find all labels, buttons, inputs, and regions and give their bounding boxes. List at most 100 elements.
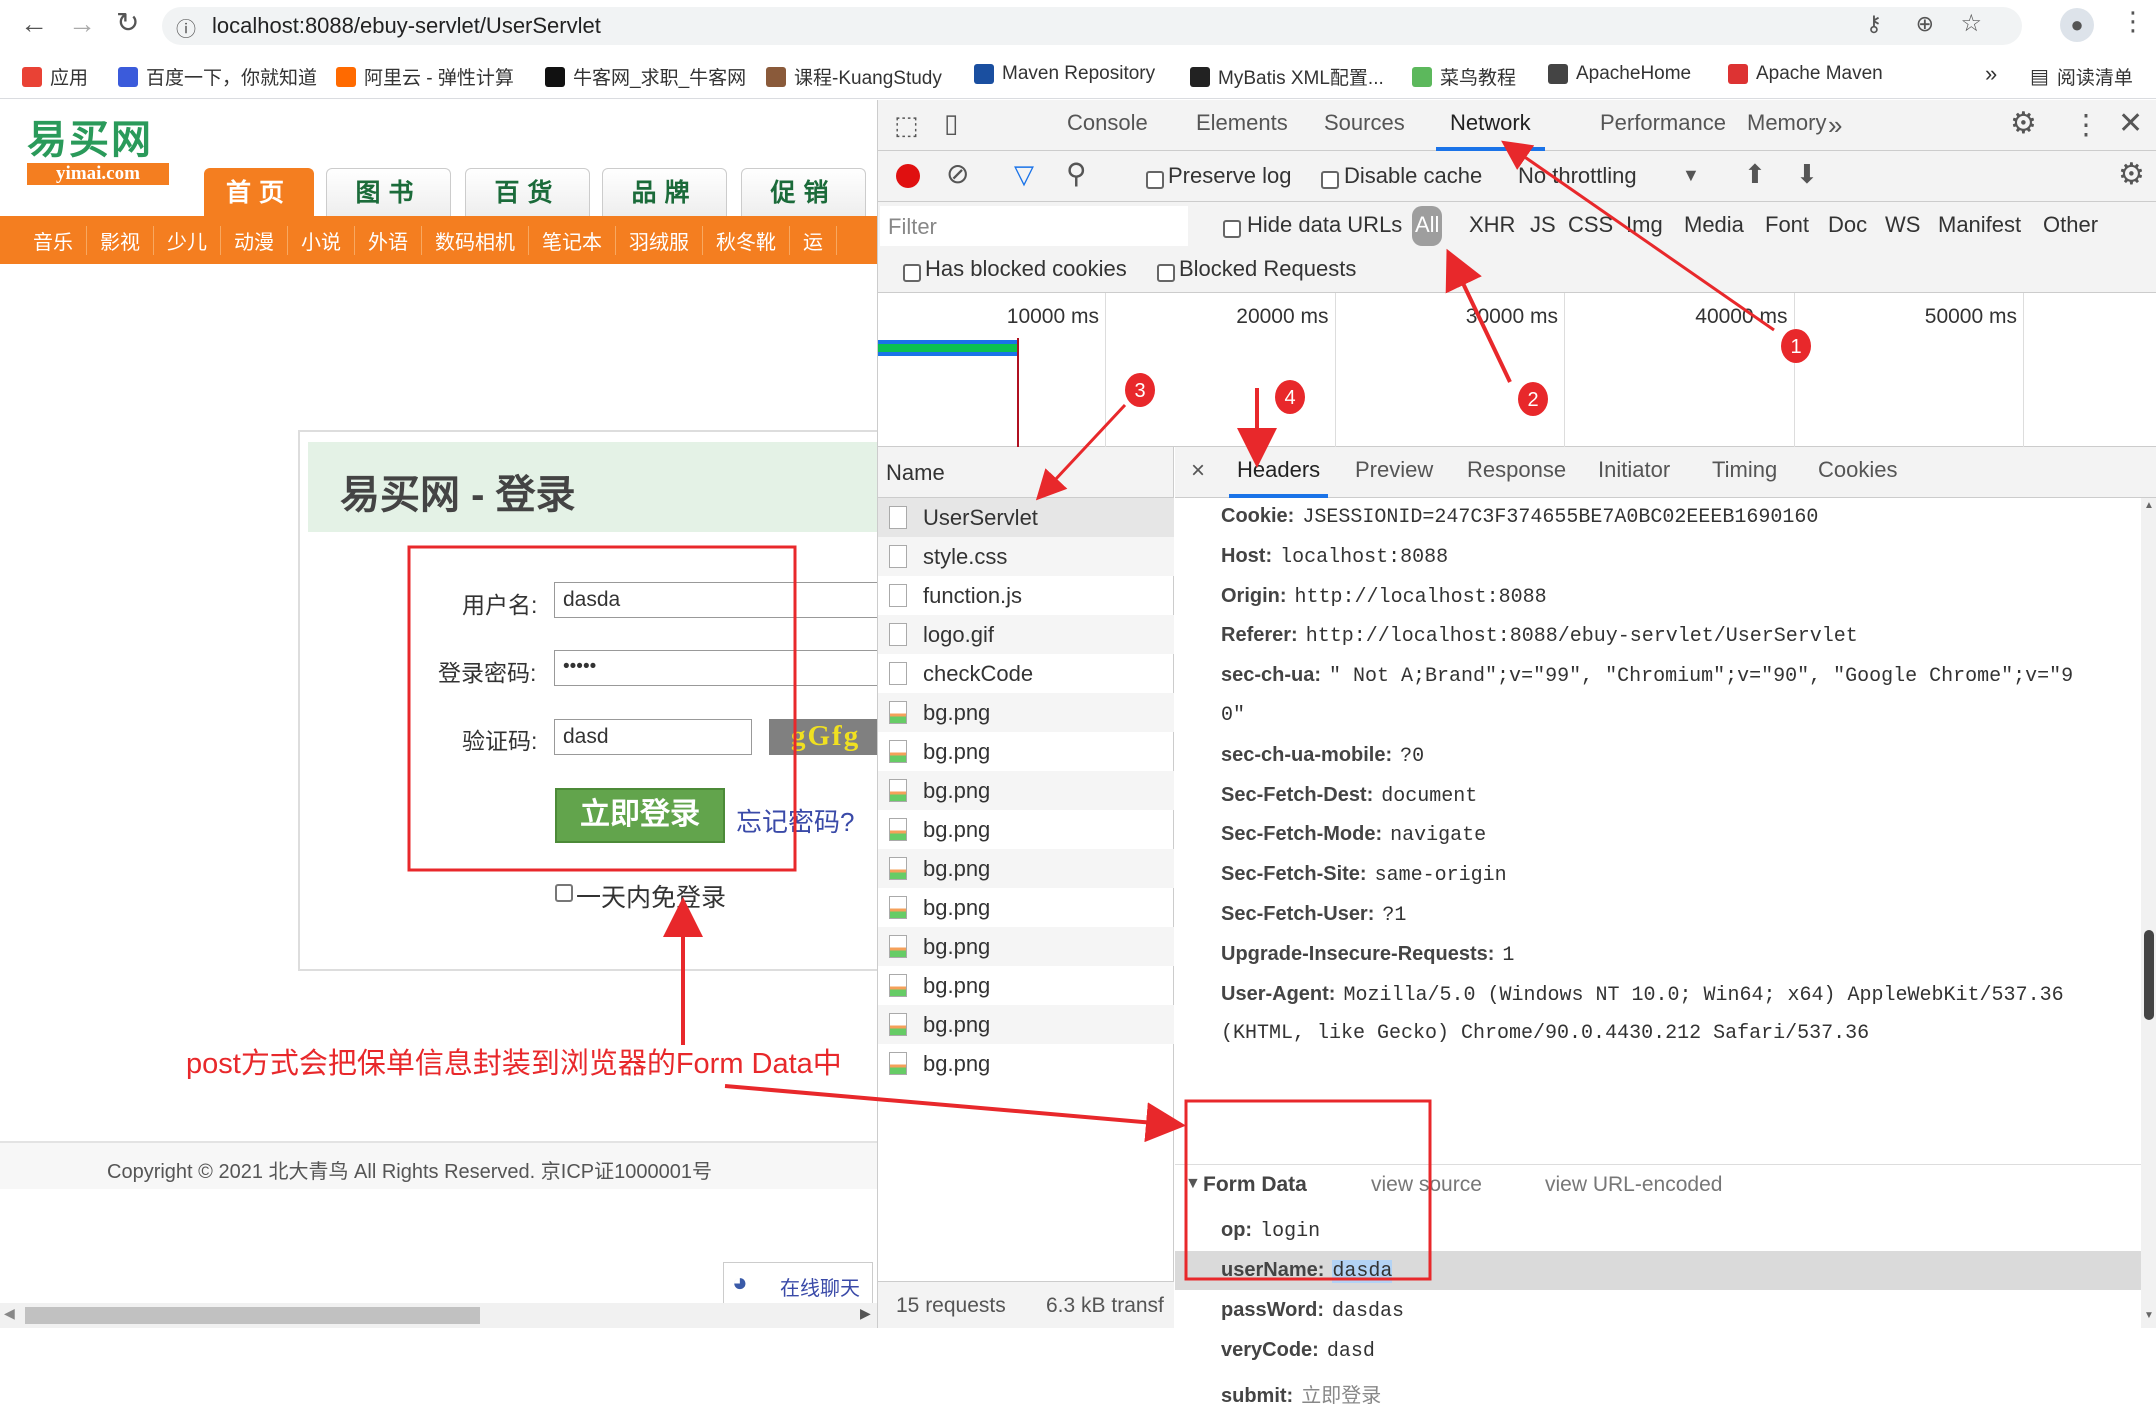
- bookmark-item[interactable]: 百度一下，你就知道: [118, 63, 317, 90]
- view-source-link[interactable]: view source: [1371, 1173, 1482, 1197]
- category-link[interactable]: 数码相机: [422, 225, 529, 255]
- scrollbar-thumb[interactable]: [2144, 930, 2154, 1020]
- category-link[interactable]: 少儿: [154, 225, 221, 255]
- preserve-log-checkbox[interactable]: [1146, 166, 1164, 192]
- captcha-input[interactable]: dasd: [554, 719, 752, 755]
- network-timeline-overview[interactable]: 10000 ms 20000 ms 30000 ms 40000 ms 50000 ms: [878, 293, 2156, 447]
- throttling-select[interactable]: No throttling: [1518, 163, 1637, 189]
- vertical-scrollbar[interactable]: ▲ ▼: [2141, 498, 2156, 1328]
- bookmark-item[interactable]: MyBatis XML配置...: [1190, 63, 1384, 90]
- kebab-menu-icon[interactable]: ⋮: [2072, 108, 2100, 141]
- disable-cache-checkbox[interactable]: [1321, 166, 1339, 192]
- request-row[interactable]: bg.png: [878, 732, 1174, 771]
- forgot-password-link[interactable]: 忘记密码?: [736, 802, 854, 839]
- request-row[interactable]: bg.png: [878, 693, 1174, 732]
- type-filter-manifest[interactable]: Manifest: [1938, 212, 2021, 238]
- password-input[interactable]: •••••: [554, 650, 877, 686]
- detail-tab-response[interactable]: Response: [1467, 457, 1566, 498]
- bookmark-item[interactable]: Maven Repository: [974, 63, 1155, 85]
- forward-icon[interactable]: →: [68, 8, 96, 40]
- type-filter-other[interactable]: Other: [2043, 212, 2098, 238]
- bookmark-item[interactable]: 课程-KuangStudy: [766, 63, 942, 90]
- online-chat-button[interactable]: ◕ 在线聊天: [723, 1262, 873, 1304]
- scroll-up-icon[interactable]: ▲: [2144, 500, 2154, 511]
- nav-tab[interactable]: 百货: [465, 168, 590, 216]
- name-column-header[interactable]: Name: [878, 447, 1173, 498]
- horizontal-scrollbar[interactable]: ◀ ▶: [0, 1303, 877, 1328]
- username-input[interactable]: dasda: [554, 582, 877, 618]
- blocked-requests-checkbox[interactable]: [1157, 259, 1175, 285]
- info-icon[interactable]: ⓘ: [176, 13, 196, 42]
- type-filter-media[interactable]: Media: [1684, 212, 1744, 238]
- detail-tab-preview[interactable]: Preview: [1355, 457, 1433, 498]
- devtools-tab-elements[interactable]: Elements: [1196, 110, 1288, 151]
- request-row[interactable]: style.css: [878, 537, 1174, 576]
- type-filter-all[interactable]: All: [1412, 206, 1443, 246]
- nav-tab[interactable]: 促销: [741, 168, 866, 216]
- category-link[interactable]: 秋冬靴: [703, 225, 790, 255]
- request-row[interactable]: UserServlet: [878, 498, 1174, 537]
- network-settings-icon[interactable]: ⚙: [2118, 157, 2145, 192]
- type-filter-xhr[interactable]: XHR: [1469, 212, 1515, 238]
- type-filter-doc[interactable]: Doc: [1828, 212, 1867, 238]
- bookmark-item[interactable]: 阿里云 - 弹性计算: [336, 63, 514, 90]
- filter-input[interactable]: Filter: [880, 206, 1188, 246]
- category-link[interactable]: 音乐: [20, 225, 87, 255]
- bookmark-item[interactable]: 应用: [22, 63, 88, 90]
- devtools-tab-performance[interactable]: Performance: [1600, 110, 1726, 151]
- search-icon[interactable]: ⚲: [1066, 157, 1087, 190]
- category-link[interactable]: 小说: [288, 225, 355, 255]
- has-blocked-cookies-checkbox[interactable]: [903, 259, 921, 285]
- nav-tab[interactable]: 首页: [204, 168, 314, 216]
- bookmark-item[interactable]: 菜鸟教程: [1412, 63, 1516, 90]
- captcha-image[interactable]: gGfg: [769, 719, 877, 755]
- close-detail-icon[interactable]: ×: [1191, 457, 1205, 485]
- inspect-element-icon[interactable]: ⬚: [894, 110, 919, 141]
- request-row[interactable]: bg.png: [878, 849, 1174, 888]
- filter-icon[interactable]: ▽: [1014, 159, 1034, 190]
- reload-icon[interactable]: ↻: [116, 6, 139, 39]
- devtools-tab-network[interactable]: Network: [1436, 110, 1545, 151]
- type-filter-ws[interactable]: WS: [1885, 212, 1920, 238]
- scroll-down-icon[interactable]: ▼: [2144, 1310, 2154, 1321]
- more-tabs-icon[interactable]: »: [1828, 110, 1842, 141]
- request-row[interactable]: bg.png: [878, 966, 1174, 1005]
- detail-tab-initiator[interactable]: Initiator: [1598, 457, 1670, 498]
- key-icon[interactable]: ⚷: [1866, 11, 1882, 37]
- request-row[interactable]: bg.png: [878, 810, 1174, 849]
- nav-tab[interactable]: 图书: [326, 168, 451, 216]
- devtools-tab-console[interactable]: Console: [1067, 110, 1148, 151]
- scroll-left-icon[interactable]: ◀: [4, 1305, 15, 1322]
- category-link[interactable]: 动漫: [221, 225, 288, 255]
- request-row[interactable]: bg.png: [878, 1044, 1174, 1083]
- form-data-toggle[interactable]: ▼: [1185, 1175, 1201, 1193]
- detail-tab-cookies[interactable]: Cookies: [1818, 457, 1897, 498]
- star-icon[interactable]: ☆: [1960, 9, 1982, 38]
- settings-icon[interactable]: ⚙: [2010, 106, 2037, 141]
- site-logo[interactable]: 易买网 yimai.com: [27, 117, 169, 186]
- menu-icon[interactable]: ⋮: [2120, 6, 2146, 37]
- category-link[interactable]: 影视: [87, 225, 154, 255]
- request-row[interactable]: bg.png: [878, 771, 1174, 810]
- scroll-right-icon[interactable]: ▶: [860, 1305, 871, 1322]
- import-har-icon[interactable]: ⬆: [1744, 159, 1766, 190]
- request-row[interactable]: bg.png: [878, 888, 1174, 927]
- request-row[interactable]: bg.png: [878, 1005, 1174, 1044]
- request-row[interactable]: function.js: [878, 576, 1174, 615]
- view-url-encoded-link[interactable]: view URL-encoded: [1545, 1173, 1722, 1197]
- clear-icon[interactable]: ⊘: [946, 157, 969, 190]
- avatar[interactable]: ●: [2060, 8, 2094, 42]
- hide-data-urls-checkbox[interactable]: [1223, 215, 1241, 241]
- zoom-icon[interactable]: ⊕: [1916, 11, 1934, 37]
- bookmark-item[interactable]: ApacheHome: [1548, 63, 1691, 85]
- detail-tab-timing[interactable]: Timing: [1712, 457, 1777, 498]
- more-bookmarks-icon[interactable]: »: [1985, 61, 1997, 87]
- devtools-tab-sources[interactable]: Sources: [1324, 110, 1405, 151]
- url-text[interactable]: localhost:8088/ebuy-servlet/UserServlet: [212, 13, 601, 39]
- request-row[interactable]: logo.gif: [878, 615, 1174, 654]
- chevron-down-icon[interactable]: ▼: [1682, 165, 1700, 186]
- request-row[interactable]: bg.png: [878, 927, 1174, 966]
- login-button[interactable]: 立即登录: [555, 788, 725, 843]
- category-link[interactable]: 羽绒服: [616, 225, 703, 255]
- scrollbar-thumb[interactable]: [25, 1307, 480, 1324]
